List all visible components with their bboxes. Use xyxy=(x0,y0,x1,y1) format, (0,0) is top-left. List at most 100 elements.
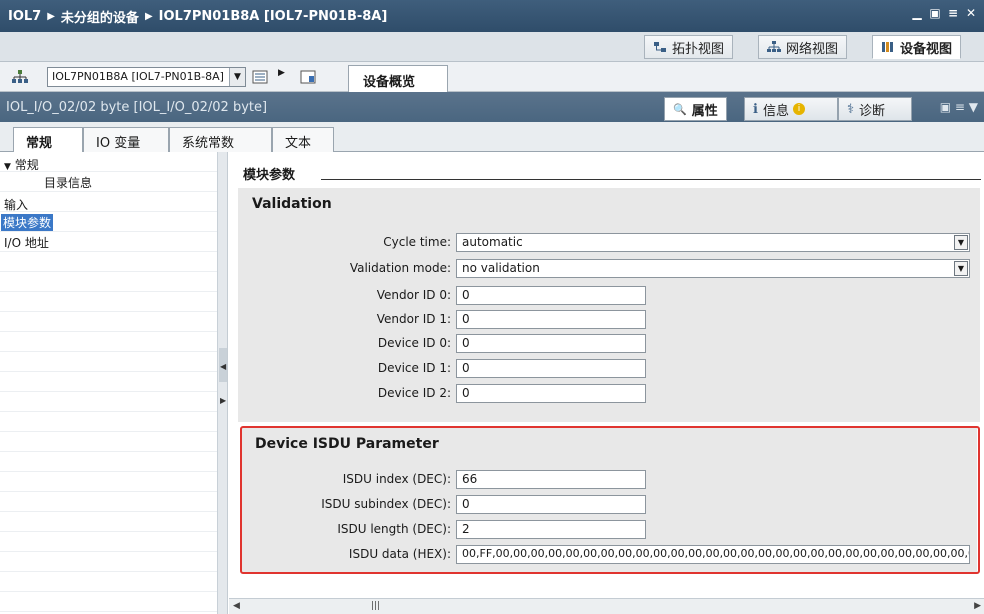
validation-mode-label: Validation mode: xyxy=(349,261,451,275)
expand-right-icon[interactable]: ▶ xyxy=(220,396,226,405)
info-icon: ℹ xyxy=(753,101,758,117)
cycle-time-label: Cycle time: xyxy=(383,235,451,249)
cycle-time-row: Cycle time: xyxy=(238,233,451,253)
device-id-1-row: Device ID 1: xyxy=(238,359,451,379)
topology-view-label: 拓扑视图 xyxy=(672,41,725,57)
nav-item-module-parameters[interactable]: 模块参数 xyxy=(1,214,54,231)
device-view-label: 设备视图 xyxy=(900,41,953,57)
tab-info-label: 信息 xyxy=(762,103,789,119)
scroll-left-icon[interactable]: ◀ xyxy=(233,601,240,611)
device-id-1-label: Device ID 1: xyxy=(377,361,451,375)
close-icon[interactable]: ✕ xyxy=(964,6,978,20)
device-id-2-row: Device ID 2: xyxy=(238,384,451,404)
title-bar: IOL7 ▶ 未分组的设备 ▶ IOL7PN01B8A [IOL7-PN01B-… xyxy=(0,0,984,32)
tab-device-overview-label: 设备概览 xyxy=(363,75,416,90)
expand-arrow-icon[interactable]: ▶ xyxy=(278,68,285,78)
collapse-left-icon[interactable]: ◀ xyxy=(220,362,226,371)
scroll-thumb-grip[interactable]: ||| xyxy=(371,601,380,611)
scroll-right-icon[interactable]: ▶ xyxy=(974,601,981,611)
nav-item-io-addresses[interactable]: I/O 地址 xyxy=(2,234,51,251)
parameter-content: 模块参数 Validation Cycle time: automatic ▼ … xyxy=(229,152,984,614)
network-view-button[interactable]: 网络视图 xyxy=(758,35,848,59)
nav-item-inputs[interactable]: 输入 xyxy=(2,196,30,213)
nav-item-catalog-info[interactable]: 目录信息 xyxy=(42,174,94,191)
section-divider xyxy=(321,179,981,180)
nav-item-module-parameters-label: 模块参数 xyxy=(3,216,52,230)
network-view-label: 网络视图 xyxy=(786,41,839,57)
device-id-2-value: 0 xyxy=(462,386,470,400)
network-icon xyxy=(767,41,781,52)
info-badge-icon: i xyxy=(792,103,805,115)
device-id-1-input[interactable]: 0 xyxy=(456,359,646,378)
diagnostics-icon: ⚕ xyxy=(847,101,855,117)
chevron-down-icon[interactable]: ▼ xyxy=(229,68,245,86)
device-id-2-input[interactable]: 0 xyxy=(456,384,646,403)
subtab-system-constants-label: 系统常数 xyxy=(182,136,235,151)
vendor-id-1-row: Vendor ID 1: xyxy=(238,310,451,330)
device-id-0-value: 0 xyxy=(462,336,470,350)
network-overview-icon[interactable] xyxy=(252,70,268,84)
view-switch-bar: 拓扑视图 网络视图 设备视图 xyxy=(0,32,984,62)
tab-properties[interactable]: 🔍 属性 xyxy=(664,97,727,121)
device-icon xyxy=(882,42,893,52)
subtab-system-constants[interactable]: 系统常数 xyxy=(169,127,272,152)
breadcrumb-project[interactable]: IOL7 xyxy=(8,9,41,24)
breadcrumb-ungrouped-devices[interactable]: 未分组的设备 xyxy=(61,7,139,26)
subtab-general[interactable]: 常规 xyxy=(13,127,83,153)
tab-device-overview[interactable]: 设备概览 xyxy=(348,65,448,92)
panel-menu-icon[interactable]: ≡ xyxy=(955,100,965,114)
cycle-time-select[interactable]: automatic ▼ xyxy=(456,233,970,252)
device-id-1-value: 0 xyxy=(462,361,470,375)
table-icon[interactable] xyxy=(300,70,316,84)
property-subtabs: 常规 IO 变量 系统常数 文本 xyxy=(0,122,984,153)
tab-properties-label: 属性 xyxy=(691,103,718,119)
subtab-general-label: 常规 xyxy=(26,136,53,151)
chevron-down-icon[interactable]: ▼ xyxy=(954,261,968,276)
restore-icon[interactable]: ▣ xyxy=(928,6,942,20)
nav-item-inputs-label: 输入 xyxy=(4,198,29,212)
device-id-2-label: Device ID 2: xyxy=(377,386,451,400)
tab-info[interactable]: ℹ 信息 i xyxy=(744,97,838,121)
breadcrumb-device[interactable]: IOL7PN01B8A [IOL7-PN01B-8A] xyxy=(159,9,388,24)
device-select-value: IOL7PN01B8A [IOL7-PN01B-8A] xyxy=(52,70,224,83)
nav-group-general[interactable]: ▼ 常规 xyxy=(2,156,41,173)
cycle-time-value: automatic xyxy=(462,235,523,249)
vendor-id-0-input[interactable]: 0 xyxy=(456,286,646,305)
vendor-id-1-input[interactable]: 0 xyxy=(456,310,646,329)
collapse-panel-icon[interactable]: ▼ xyxy=(969,100,978,114)
device-tree-icon[interactable] xyxy=(12,70,28,84)
subtab-texts-label: 文本 xyxy=(285,136,312,151)
menu-icon[interactable]: ≡ xyxy=(946,6,960,20)
topology-icon xyxy=(654,42,666,52)
nav-item-io-addresses-label: I/O 地址 xyxy=(4,236,49,250)
device-id-0-label: Device ID 0: xyxy=(377,336,451,350)
selected-object-name: IOL_I/O_02/02 byte [IOL_I/O_02/02 byte] xyxy=(6,99,268,115)
window-controls: ▁ ▣ ≡ ✕ xyxy=(910,6,978,20)
panel-splitter[interactable]: ◀ ▶ xyxy=(218,152,228,614)
breadcrumb-separator-icon: ▶ xyxy=(144,10,153,22)
validation-mode-value: no validation xyxy=(462,261,540,275)
nav-item-catalog-info-label: 目录信息 xyxy=(44,176,93,190)
subtab-texts[interactable]: 文本 xyxy=(272,127,334,152)
subtab-io-tags[interactable]: IO 变量 xyxy=(83,127,169,152)
minimize-icon[interactable]: ▁ xyxy=(910,6,924,20)
collapse-arrow-icon[interactable]: ▼ xyxy=(4,162,11,172)
vendor-id-0-row: Vendor ID 0: xyxy=(238,286,451,306)
vendor-id-1-label: Vendor ID 1: xyxy=(376,312,451,326)
device-id-0-input[interactable]: 0 xyxy=(456,334,646,353)
breadcrumb-separator-icon: ▶ xyxy=(47,10,55,22)
chevron-down-icon[interactable]: ▼ xyxy=(954,235,968,250)
parameter-nav-tree: ▼ 常规 目录信息 输入 模块参数 I/O 地址 xyxy=(0,152,218,614)
device-id-0-row: Device ID 0: xyxy=(238,334,451,354)
subtab-io-tags-label: IO 变量 xyxy=(96,136,141,151)
device-select[interactable]: IOL7PN01B8A [IOL7-PN01B-8A] ▼ xyxy=(47,67,246,87)
topology-view-button[interactable]: 拓扑视图 xyxy=(644,35,734,59)
highlight-box xyxy=(240,426,980,574)
validation-mode-select[interactable]: no validation ▼ xyxy=(456,259,970,278)
tab-diagnostics[interactable]: ⚕ 诊断 xyxy=(838,97,912,121)
device-view-toolbar: IOL7PN01B8A [IOL7-PN01B-8A] ▼ ▶ 设备概览 xyxy=(0,62,984,92)
horizontal-scrollbar[interactable]: ◀ ||| ▶ xyxy=(229,598,984,614)
device-view-button[interactable]: 设备视图 xyxy=(872,35,962,59)
float-panel-icon[interactable]: ▣ xyxy=(940,100,951,114)
vendor-id-0-value: 0 xyxy=(462,288,470,302)
